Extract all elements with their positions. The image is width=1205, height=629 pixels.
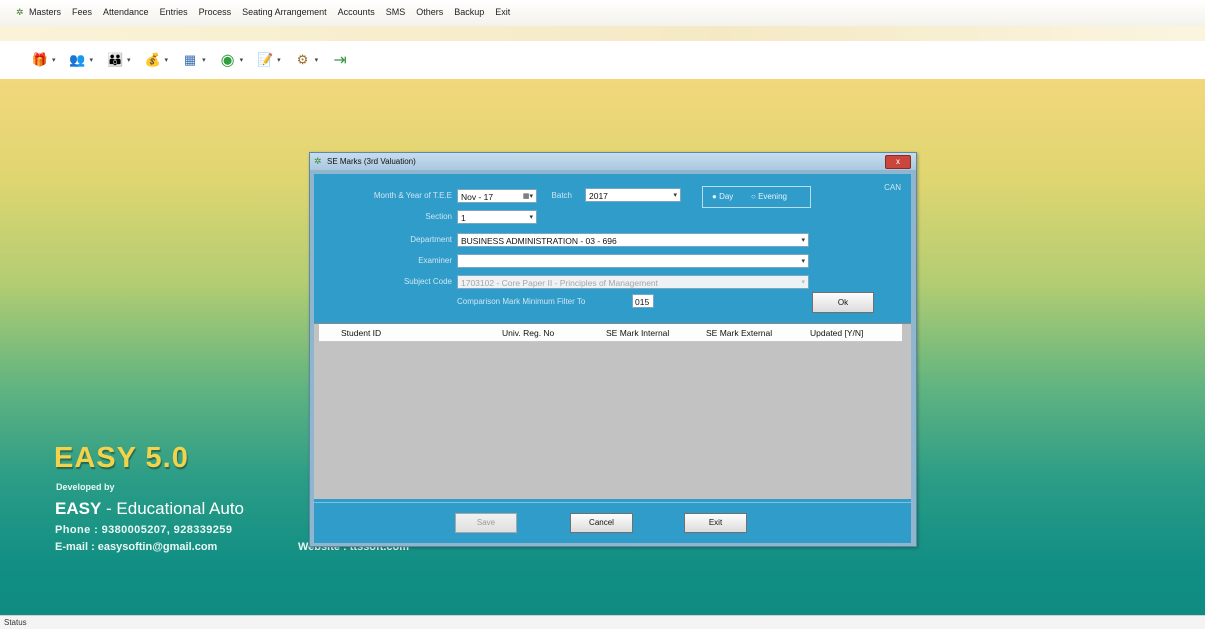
- chevron-down-icon[interactable]: ▾: [52, 56, 56, 64]
- brand-company: EASY - Educational Auto: [55, 499, 244, 519]
- notepad-icon[interactable]: 📝: [255, 50, 275, 70]
- gift-icon[interactable]: 🎁: [30, 50, 50, 70]
- menu-others[interactable]: Others: [416, 7, 443, 17]
- chevron-down-icon[interactable]: ▾: [127, 56, 131, 64]
- section-select[interactable]: 1 ▾: [457, 210, 537, 224]
- department-value: BUSINESS ADMINISTRATION - 03 - 696: [461, 236, 617, 246]
- group-icon[interactable]: 👪: [105, 50, 125, 70]
- menu-accounts[interactable]: Accounts: [338, 7, 375, 17]
- month-year-label: Month & Year of T.E.E: [373, 191, 452, 200]
- chevron-down-icon: ▾: [801, 279, 805, 286]
- menu-sms[interactable]: SMS: [386, 7, 406, 17]
- subject-code-label: Subject Code: [403, 277, 452, 286]
- brand-company-rest: - Educational Auto: [101, 499, 245, 518]
- chevron-down-icon[interactable]: ▾: [165, 56, 169, 64]
- users-icon[interactable]: 👥: [68, 50, 88, 70]
- radio-evening-label: Evening: [758, 192, 787, 201]
- refresh-icon[interactable]: ◉: [218, 50, 238, 70]
- status-text: Status: [4, 618, 27, 627]
- batch-label: Batch: [551, 191, 572, 200]
- grid-header: Student ID Univ. Reg. No SE Mark Interna…: [319, 324, 902, 342]
- save-button[interactable]: Save: [455, 513, 517, 533]
- menu-masters[interactable]: Masters: [29, 7, 61, 17]
- brand-title: EASY 5.0: [54, 442, 189, 474]
- brand-phone: Phone : 9380005207, 928339259: [55, 524, 233, 536]
- chevron-down-icon[interactable]: ▾: [315, 56, 319, 64]
- batch-value: 2017: [589, 191, 608, 201]
- batch-select[interactable]: 2017 ▾: [585, 188, 681, 202]
- section-value: 1: [461, 213, 466, 223]
- menu-fees[interactable]: Fees: [72, 7, 92, 17]
- chevron-down-icon[interactable]: ▾: [240, 56, 244, 64]
- toolbar: 🎁 ▾ 👥 ▾ 👪 ▾ 💰 ▾ ▦ ▾ ◉ ▾ 📝 ▾ ⚙ ▾ ⇥: [0, 41, 1205, 79]
- exit-door-icon[interactable]: ⇥: [330, 50, 350, 70]
- dialog-title-bar[interactable]: ✲ SE Marks (3rd Valuation) x: [310, 153, 916, 170]
- month-year-value: Nov - 17: [461, 192, 494, 202]
- brand-company-bold: EASY: [55, 499, 102, 518]
- marks-grid[interactable]: Student ID Univ. Reg. No SE Mark Interna…: [314, 323, 911, 499]
- dialog-title: SE Marks (3rd Valuation): [327, 157, 416, 166]
- se-marks-dialog: ✲ SE Marks (3rd Valuation) x CAN Month &…: [309, 152, 917, 547]
- department-label: Department: [410, 235, 452, 244]
- menu-exit[interactable]: Exit: [495, 7, 510, 17]
- calendar-icon[interactable]: ▦: [180, 50, 200, 70]
- radio-evening[interactable]: ○ Evening: [751, 192, 787, 201]
- chevron-down-icon[interactable]: ▾: [673, 189, 677, 203]
- column-updated[interactable]: Updated [Y/N]: [810, 328, 863, 338]
- app-logo-icon: ✲: [314, 156, 322, 166]
- brand-developed-by: Developed by: [56, 482, 115, 492]
- radio-day-label: Day: [719, 192, 734, 201]
- brand-email: E-mail : easysoftin@gmail.com: [55, 541, 218, 553]
- menu-entries[interactable]: Entries: [160, 7, 188, 17]
- day-evening-group: ● Day ○ Evening: [702, 186, 811, 208]
- menu-process[interactable]: Process: [199, 7, 232, 17]
- subject-code-value: 1703102 - Core Paper II - Principles of …: [461, 278, 659, 288]
- status-bar: Status: [0, 615, 1205, 629]
- chevron-down-icon[interactable]: ▾: [90, 56, 94, 64]
- toolbar-strip: [0, 26, 1205, 41]
- dialog-footer: Save Cancel Exit: [314, 502, 911, 543]
- comparison-value: 015: [635, 297, 650, 307]
- month-year-picker[interactable]: Nov - 17 ▦▾: [457, 189, 537, 203]
- close-button[interactable]: x: [885, 155, 911, 169]
- subject-code-select: 1703102 - Core Paper II - Principles of …: [457, 275, 809, 289]
- column-se-mark-external[interactable]: SE Mark External: [706, 328, 772, 338]
- comparison-input[interactable]: 015: [632, 294, 654, 308]
- department-select[interactable]: BUSINESS ADMINISTRATION - 03 - 696 ▾: [457, 233, 809, 247]
- column-student-id[interactable]: Student ID: [341, 328, 381, 338]
- menu-bar: ✲ Masters Fees Attendance Entries Proces…: [0, 0, 1205, 26]
- exit-button[interactable]: Exit: [684, 513, 747, 533]
- chevron-down-icon[interactable]: ▾: [277, 56, 281, 64]
- corner-label: CAN: [884, 183, 901, 192]
- column-univ-reg-no[interactable]: Univ. Reg. No: [502, 328, 554, 338]
- chevron-down-icon[interactable]: ▾: [801, 234, 805, 248]
- chevron-down-icon[interactable]: ▾: [801, 255, 805, 269]
- dialog-body: CAN Month & Year of T.E.E Nov - 17 ▦▾ Ba…: [314, 174, 911, 543]
- calendar-icon[interactable]: ▦▾: [523, 190, 533, 204]
- column-se-mark-internal[interactable]: SE Mark Internal: [606, 328, 669, 338]
- examiner-select[interactable]: ▾: [457, 254, 809, 268]
- section-label: Section: [425, 212, 452, 221]
- chevron-down-icon[interactable]: ▾: [202, 56, 206, 64]
- settings-icon[interactable]: ⚙: [293, 50, 313, 70]
- ok-button[interactable]: Ok: [812, 292, 874, 313]
- money-icon[interactable]: 💰: [143, 50, 163, 70]
- app-logo-icon: ✲: [16, 7, 24, 17]
- examiner-label: Examiner: [418, 256, 452, 265]
- comparison-label: Comparison Mark Minimum Filter To: [457, 297, 586, 306]
- menu-backup[interactable]: Backup: [454, 7, 484, 17]
- menu-seating-arrangement[interactable]: Seating Arrangement: [242, 7, 327, 17]
- radio-day[interactable]: ● Day: [712, 192, 733, 201]
- chevron-down-icon[interactable]: ▾: [529, 211, 533, 225]
- menu-attendance[interactable]: Attendance: [103, 7, 149, 17]
- cancel-button[interactable]: Cancel: [570, 513, 633, 533]
